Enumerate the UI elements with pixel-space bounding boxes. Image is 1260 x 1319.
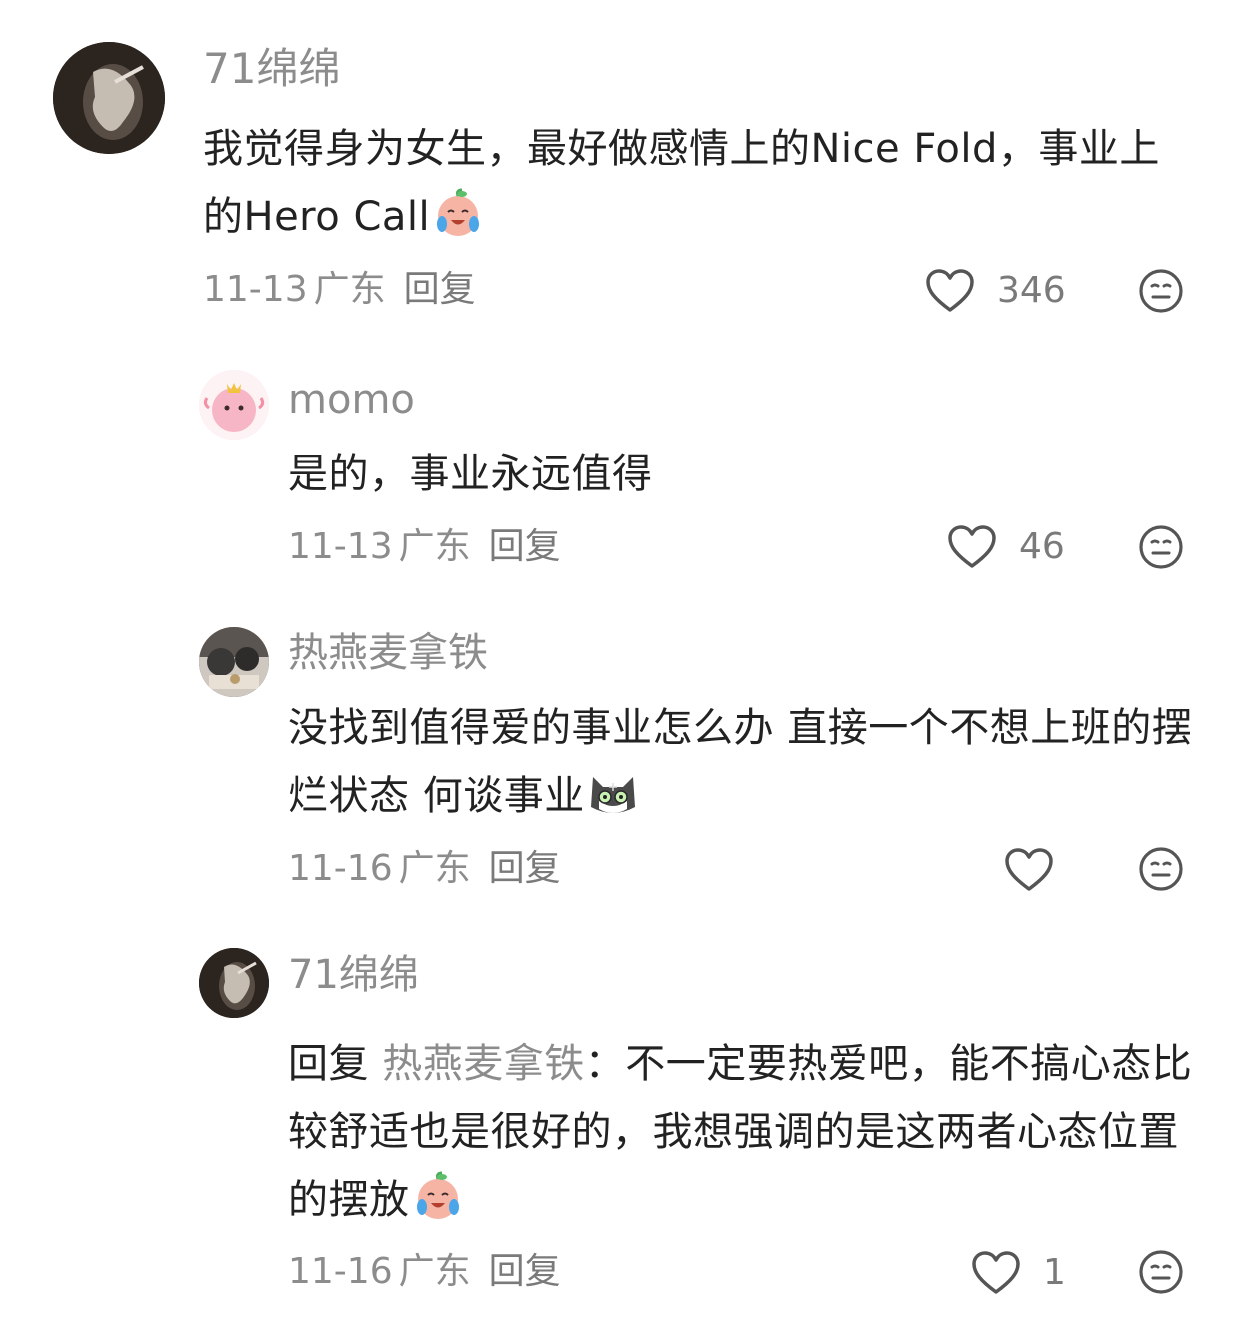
heart-icon	[1005, 848, 1053, 891]
avatar[interactable]	[199, 948, 269, 1018]
comment-date: 11-16	[288, 848, 393, 889]
username[interactable]: 热燕麦拿铁	[288, 633, 488, 673]
comment-text: 我觉得身为女生，最好做感情上的Nice Fold，事业上的Hero Call	[203, 115, 1163, 251]
username[interactable]: momo	[288, 380, 415, 420]
reply-target-username[interactable]: 热燕麦拿铁	[382, 1041, 585, 1087]
comment-text: 回复 热燕麦拿铁：不一定要热爱吧，能不搞心态比较舒适也是很好的，我想强调的是这两…	[288, 1030, 1208, 1234]
crying-laughing-face-emoji-icon	[412, 1171, 464, 1223]
crying-laughing-face-emoji-icon	[432, 188, 484, 240]
comment-body: 我觉得身为女生，最好做感情上的Nice Fold，事业上的Hero Call	[203, 126, 1160, 240]
dislike-button[interactable]	[1137, 1248, 1185, 1296]
like-count: 346	[997, 270, 1066, 311]
like-button[interactable]: 1	[971, 1248, 1066, 1298]
like-button[interactable]: 346	[925, 266, 1066, 316]
heart-icon	[948, 525, 996, 568]
neutral-face-icon	[1139, 269, 1183, 313]
dislike-button[interactable]	[1137, 523, 1185, 571]
comment-meta: 11-16 广东 回复	[288, 1254, 561, 1290]
comment-location: 广东	[398, 526, 471, 567]
avatar[interactable]	[53, 42, 165, 154]
comment-date: 11-16	[288, 1251, 393, 1292]
comment-1: 71绵绵 我觉得身为女生，最好做感情上的Nice Fold，事业上的Hero C…	[0, 0, 1260, 340]
comment-text: 没找到值得爱的事业怎么办 直接一个不想上班的摆烂状态 何谈事业	[288, 694, 1198, 830]
avatar[interactable]	[199, 370, 269, 440]
like-button[interactable]	[1004, 845, 1076, 895]
comment-location: 广东	[398, 1251, 471, 1292]
username[interactable]: 71绵绵	[203, 48, 340, 90]
comment-meta: 11-13 广东 回复	[203, 272, 476, 308]
avatar[interactable]	[199, 627, 269, 697]
comment-body: 没找到值得爱的事业怎么办 直接一个不想上班的摆烂状态 何谈事业	[288, 705, 1193, 819]
comment-date: 11-13	[203, 269, 308, 310]
dislike-button[interactable]	[1137, 845, 1185, 893]
cat-emoji-icon	[587, 767, 639, 819]
reply-button[interactable]: 回复	[489, 526, 561, 567]
heart-icon	[972, 1251, 1020, 1294]
like-count: 46	[1019, 526, 1065, 567]
heart-icon	[926, 269, 974, 312]
username[interactable]: 71绵绵	[288, 955, 419, 995]
like-count: 1	[1043, 1252, 1066, 1293]
comment-body: 是的，事业永远值得	[288, 451, 653, 497]
comment-date: 11-13	[288, 526, 393, 567]
neutral-face-icon	[1139, 525, 1183, 569]
reply-button[interactable]: 回复	[404, 269, 476, 310]
comment-location: 广东	[313, 269, 386, 310]
comment-text: 是的，事业永远值得	[288, 440, 1188, 508]
comment-meta: 11-16 广东 回复	[288, 851, 561, 887]
like-button[interactable]: 46	[947, 522, 1065, 572]
reply-prefix: 回复	[288, 1041, 369, 1087]
comment-location: 广东	[398, 848, 471, 889]
neutral-face-icon	[1139, 847, 1183, 891]
dislike-button[interactable]	[1137, 267, 1185, 315]
comment-meta: 11-13 广东 回复	[288, 529, 561, 565]
reply-button[interactable]: 回复	[489, 848, 561, 889]
neutral-face-icon	[1139, 1250, 1183, 1294]
reply-button[interactable]: 回复	[489, 1251, 561, 1292]
